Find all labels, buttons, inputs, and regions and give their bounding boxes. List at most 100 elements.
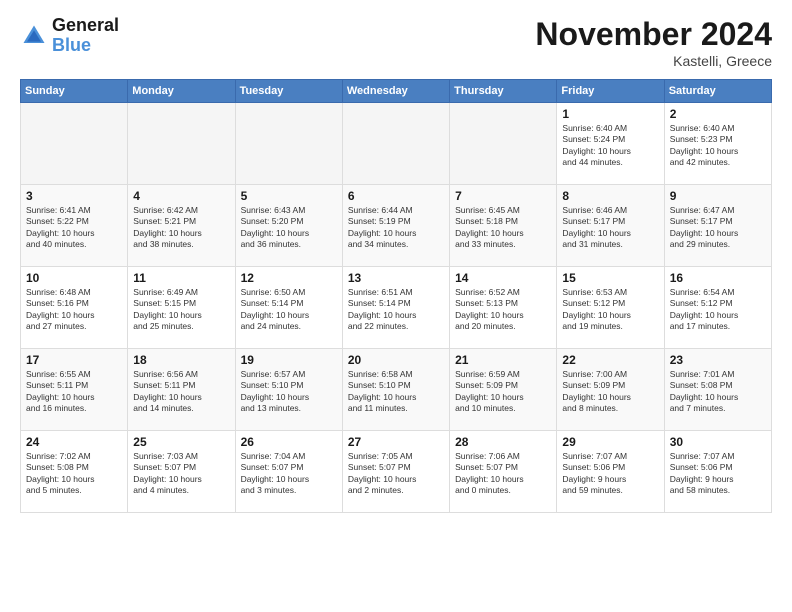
day-info: Sunrise: 6:41 AM Sunset: 5:22 PM Dayligh… bbox=[26, 205, 122, 251]
table-cell: 8 Sunrise: 6:46 AM Sunset: 5:17 PM Daylig… bbox=[557, 185, 664, 267]
table-cell: 16Sunrise: 6:54 AM Sunset: 5:12 PM Dayli… bbox=[664, 267, 771, 349]
day-number: 2 bbox=[670, 107, 766, 121]
logo-icon bbox=[20, 22, 48, 50]
table-cell: 14 Sunrise: 6:52 AM Sunset: 5:13 PM Dayli… bbox=[450, 267, 557, 349]
col-tuesday: Tuesday bbox=[235, 80, 342, 103]
day-number: 28 bbox=[455, 435, 551, 449]
day-number: 19 bbox=[241, 353, 337, 367]
day-number: 8 bbox=[562, 189, 658, 203]
table-cell: 6 Sunrise: 6:44 AM Sunset: 5:19 PM Daylig… bbox=[342, 185, 449, 267]
table-cell: 2 Sunrise: 6:40 AM Sunset: 5:23 PM Daylig… bbox=[664, 103, 771, 185]
table-cell: 1 Sunrise: 6:40 AM Sunset: 5:24 PM Daylig… bbox=[557, 103, 664, 185]
col-monday: Monday bbox=[128, 80, 235, 103]
day-info: Sunrise: 6:51 AM Sunset: 5:14 PM Dayligh… bbox=[348, 287, 444, 333]
day-info: Sunrise: 7:01 AM Sunset: 5:08 PM Dayligh… bbox=[670, 369, 766, 415]
table-cell: 26 Sunrise: 7:04 AM Sunset: 5:07 PM Dayli… bbox=[235, 431, 342, 513]
header: General Blue November 2024 Kastelli, Gre… bbox=[20, 16, 772, 69]
location: Kastelli, Greece bbox=[535, 53, 772, 69]
day-info: Sunrise: 6:50 AM Sunset: 5:14 PM Dayligh… bbox=[241, 287, 337, 333]
table-cell: 3 Sunrise: 6:41 AM Sunset: 5:22 PM Daylig… bbox=[21, 185, 128, 267]
day-info: Sunrise: 7:06 AM Sunset: 5:07 PM Dayligh… bbox=[455, 451, 551, 497]
day-number: 14 bbox=[455, 271, 551, 285]
day-info: Sunrise: 6:55 AM Sunset: 5:11 PM Dayligh… bbox=[26, 369, 122, 415]
day-info: Sunrise: 7:04 AM Sunset: 5:07 PM Dayligh… bbox=[241, 451, 337, 497]
day-number: 13 bbox=[348, 271, 444, 285]
day-number: 9 bbox=[670, 189, 766, 203]
table-cell: 7Sunrise: 6:45 AM Sunset: 5:18 PM Daylig… bbox=[450, 185, 557, 267]
day-info: Sunrise: 7:03 AM Sunset: 5:07 PM Dayligh… bbox=[133, 451, 229, 497]
table-cell: 25 Sunrise: 7:03 AM Sunset: 5:07 PM Dayli… bbox=[128, 431, 235, 513]
day-number: 4 bbox=[133, 189, 229, 203]
title-block: November 2024 Kastelli, Greece bbox=[535, 16, 772, 69]
logo: General Blue bbox=[20, 16, 119, 56]
table-cell: 18 Sunrise: 6:56 AM Sunset: 5:11 PM Dayli… bbox=[128, 349, 235, 431]
page: General Blue November 2024 Kastelli, Gre… bbox=[0, 0, 792, 612]
table-cell: 22 Sunrise: 7:00 AM Sunset: 5:09 PM Dayli… bbox=[557, 349, 664, 431]
day-number: 1 bbox=[562, 107, 658, 121]
day-number: 5 bbox=[241, 189, 337, 203]
table-cell: 12Sunrise: 6:50 AM Sunset: 5:14 PM Dayli… bbox=[235, 267, 342, 349]
week-row-2: 3 Sunrise: 6:41 AM Sunset: 5:22 PM Daylig… bbox=[21, 185, 772, 267]
col-sunday: Sunday bbox=[21, 80, 128, 103]
day-info: Sunrise: 6:56 AM Sunset: 5:11 PM Dayligh… bbox=[133, 369, 229, 415]
day-number: 21 bbox=[455, 353, 551, 367]
table-cell: 24 Sunrise: 7:02 AM Sunset: 5:08 PM Dayli… bbox=[21, 431, 128, 513]
day-info: Sunrise: 7:02 AM Sunset: 5:08 PM Dayligh… bbox=[26, 451, 122, 497]
table-cell bbox=[21, 103, 128, 185]
calendar-header-row: Sunday Monday Tuesday Wednesday Thursday… bbox=[21, 80, 772, 103]
col-thursday: Thursday bbox=[450, 80, 557, 103]
month-title: November 2024 bbox=[535, 16, 772, 53]
day-info: Sunrise: 7:00 AM Sunset: 5:09 PM Dayligh… bbox=[562, 369, 658, 415]
day-number: 6 bbox=[348, 189, 444, 203]
day-info: Sunrise: 6:48 AM Sunset: 5:16 PM Dayligh… bbox=[26, 287, 122, 333]
day-info: Sunrise: 6:40 AM Sunset: 5:24 PM Dayligh… bbox=[562, 123, 658, 169]
calendar-table: Sunday Monday Tuesday Wednesday Thursday… bbox=[20, 79, 772, 513]
day-number: 11 bbox=[133, 271, 229, 285]
col-wednesday: Wednesday bbox=[342, 80, 449, 103]
table-cell: 28 Sunrise: 7:06 AM Sunset: 5:07 PM Dayli… bbox=[450, 431, 557, 513]
day-info: Sunrise: 6:44 AM Sunset: 5:19 PM Dayligh… bbox=[348, 205, 444, 251]
day-number: 23 bbox=[670, 353, 766, 367]
col-saturday: Saturday bbox=[664, 80, 771, 103]
table-cell: 9 Sunrise: 6:47 AM Sunset: 5:17 PM Daylig… bbox=[664, 185, 771, 267]
table-cell: 17 Sunrise: 6:55 AM Sunset: 5:11 PM Dayli… bbox=[21, 349, 128, 431]
col-friday: Friday bbox=[557, 80, 664, 103]
day-number: 3 bbox=[26, 189, 122, 203]
table-cell: 5 Sunrise: 6:43 AM Sunset: 5:20 PM Daylig… bbox=[235, 185, 342, 267]
table-cell bbox=[450, 103, 557, 185]
day-info: Sunrise: 6:54 AM Sunset: 5:12 PM Dayligh… bbox=[670, 287, 766, 333]
day-info: Sunrise: 6:53 AM Sunset: 5:12 PM Dayligh… bbox=[562, 287, 658, 333]
day-number: 22 bbox=[562, 353, 658, 367]
day-number: 25 bbox=[133, 435, 229, 449]
day-info: Sunrise: 6:52 AM Sunset: 5:13 PM Dayligh… bbox=[455, 287, 551, 333]
day-number: 30 bbox=[670, 435, 766, 449]
table-cell bbox=[342, 103, 449, 185]
table-cell: 11Sunrise: 6:49 AM Sunset: 5:15 PM Dayli… bbox=[128, 267, 235, 349]
table-cell: 19 Sunrise: 6:57 AM Sunset: 5:10 PM Dayli… bbox=[235, 349, 342, 431]
day-info: Sunrise: 6:57 AM Sunset: 5:10 PM Dayligh… bbox=[241, 369, 337, 415]
logo-text: General Blue bbox=[52, 16, 119, 56]
day-info: Sunrise: 6:46 AM Sunset: 5:17 PM Dayligh… bbox=[562, 205, 658, 251]
day-info: Sunrise: 6:40 AM Sunset: 5:23 PM Dayligh… bbox=[670, 123, 766, 169]
day-number: 17 bbox=[26, 353, 122, 367]
table-cell bbox=[235, 103, 342, 185]
day-number: 26 bbox=[241, 435, 337, 449]
table-cell: 13 Sunrise: 6:51 AM Sunset: 5:14 PM Dayli… bbox=[342, 267, 449, 349]
day-number: 7 bbox=[455, 189, 551, 203]
day-info: Sunrise: 6:47 AM Sunset: 5:17 PM Dayligh… bbox=[670, 205, 766, 251]
week-row-1: 1 Sunrise: 6:40 AM Sunset: 5:24 PM Daylig… bbox=[21, 103, 772, 185]
table-cell: 4Sunrise: 6:42 AM Sunset: 5:21 PM Daylig… bbox=[128, 185, 235, 267]
table-cell: 23 Sunrise: 7:01 AM Sunset: 5:08 PM Dayli… bbox=[664, 349, 771, 431]
day-info: Sunrise: 6:58 AM Sunset: 5:10 PM Dayligh… bbox=[348, 369, 444, 415]
week-row-3: 10 Sunrise: 6:48 AM Sunset: 5:16 PM Dayli… bbox=[21, 267, 772, 349]
table-cell bbox=[128, 103, 235, 185]
table-cell: 27Sunrise: 7:05 AM Sunset: 5:07 PM Dayli… bbox=[342, 431, 449, 513]
day-number: 15 bbox=[562, 271, 658, 285]
day-info: Sunrise: 7:05 AM Sunset: 5:07 PM Dayligh… bbox=[348, 451, 444, 497]
day-info: Sunrise: 6:43 AM Sunset: 5:20 PM Dayligh… bbox=[241, 205, 337, 251]
table-cell: 15 Sunrise: 6:53 AM Sunset: 5:12 PM Dayli… bbox=[557, 267, 664, 349]
day-info: Sunrise: 7:07 AM Sunset: 5:06 PM Dayligh… bbox=[670, 451, 766, 497]
day-number: 24 bbox=[26, 435, 122, 449]
day-number: 18 bbox=[133, 353, 229, 367]
day-number: 10 bbox=[26, 271, 122, 285]
